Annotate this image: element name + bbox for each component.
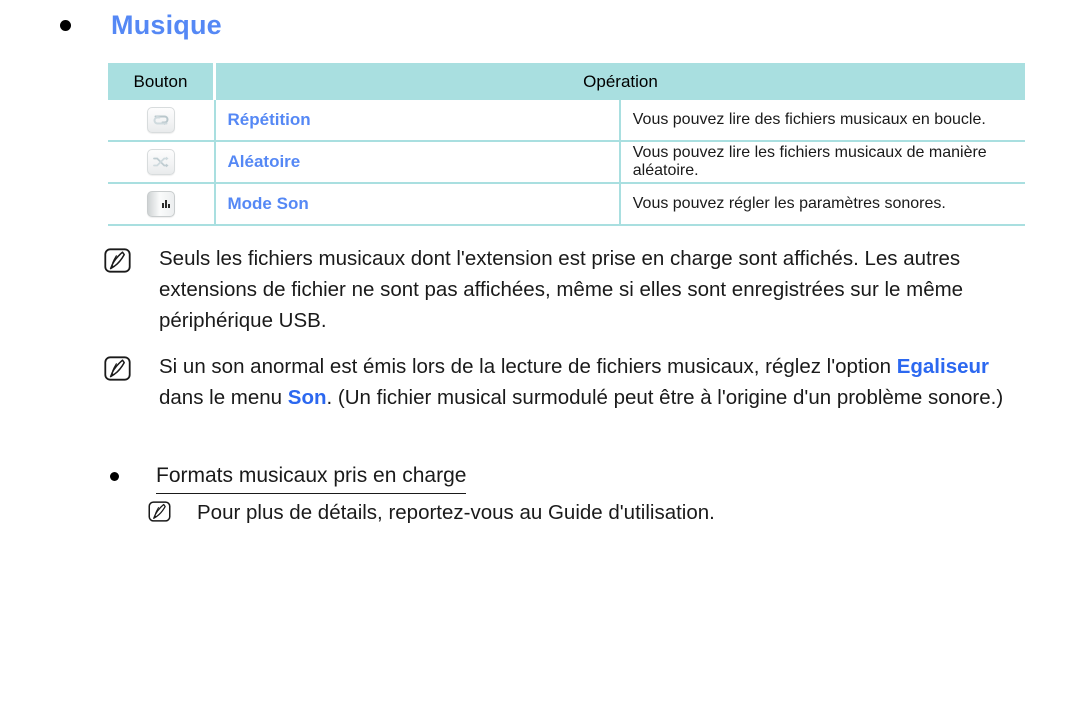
shuffle-key-icon: [146, 149, 175, 175]
cell-button-icon: [108, 100, 216, 142]
bullet-icon: [60, 20, 71, 31]
note-3-text: Pour plus de détails, reportez-vous au G…: [197, 501, 715, 524]
note-2-part-1: Si un son anormal est émis lors de la le…: [159, 355, 897, 378]
note-1-text: Seuls les fichiers musicaux dont l'exten…: [159, 247, 964, 332]
note-block: Seuls les fichiers musicaux dont l'exten…: [104, 243, 1034, 336]
cell-operation-description: Vous pouvez lire des fichiers musicaux e…: [619, 100, 1025, 142]
cell-button-icon: [108, 183, 216, 226]
column-header-operation: Opération: [214, 63, 1025, 100]
column-header-button: Bouton: [108, 63, 216, 100]
sound-bars-icon: [161, 200, 170, 208]
button-operation-table: Bouton Opération Répétition Vous pouvez …: [108, 63, 1025, 226]
formats-heading-label: Formats musicaux pris en charge: [156, 461, 467, 494]
note-2-highlight-egaliseur: Egaliseur: [896, 355, 989, 378]
cell-operation-description: Vous pouvez lire les fichiers musicaux d…: [619, 141, 1025, 184]
page-title-row: Musique: [60, 12, 222, 39]
note-2-part-2: dans le menu: [159, 386, 288, 409]
note-block: Pour plus de détails, reportez-vous au G…: [148, 497, 1028, 528]
formats-heading-row: Formats musicaux pris en charge: [110, 461, 467, 494]
table-header-row: Bouton Opération: [108, 63, 1025, 100]
note-pencil-icon: [148, 501, 171, 522]
table-row: Aléatoire Vous pouvez lire les fichiers …: [108, 141, 1025, 184]
page-title: Musique: [111, 10, 222, 40]
table-row: Répétition Vous pouvez lire des fichiers…: [108, 100, 1025, 142]
cell-button-icon: [108, 141, 216, 184]
cell-operation-description: Vous pouvez régler les paramètres sonore…: [619, 183, 1025, 226]
note-pencil-icon: [104, 248, 131, 273]
note-2-part-3: . (Un fichier musical surmodulé peut êtr…: [326, 386, 1004, 409]
note-2-highlight-son: Son: [287, 386, 327, 409]
cell-button-name: Mode Son: [214, 183, 621, 226]
table-row: Mode Son Vous pouvez régler les paramètr…: [108, 183, 1025, 226]
cell-button-name: Répétition: [214, 100, 621, 142]
note-block: Si un son anormal est émis lors de la le…: [104, 351, 1039, 413]
sound-mode-key-icon: [146, 191, 175, 217]
note-pencil-icon: [104, 356, 131, 381]
repeat-key-icon: [146, 107, 175, 133]
note-2-text: Si un son anormal est émis lors de la le…: [159, 351, 1039, 413]
cell-button-name: Aléatoire: [214, 141, 621, 184]
bullet-icon: [110, 472, 119, 481]
